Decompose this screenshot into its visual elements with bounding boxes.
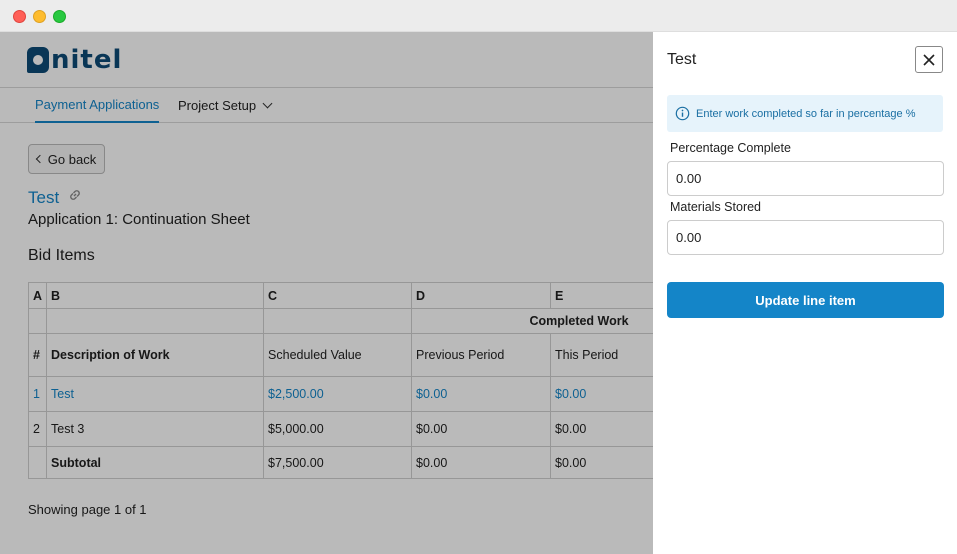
- update-line-item-button[interactable]: Update line item: [667, 282, 944, 318]
- edit-line-item-panel: Test Enter work completed so far in perc…: [653, 32, 957, 554]
- percentage-complete-label: Percentage Complete: [670, 141, 791, 155]
- materials-stored-input[interactable]: [667, 220, 944, 255]
- zoom-window-button[interactable]: [53, 10, 66, 23]
- info-icon: [675, 106, 690, 121]
- modal-backdrop[interactable]: [0, 32, 653, 554]
- percentage-complete-input[interactable]: [667, 161, 944, 196]
- close-window-button[interactable]: [13, 10, 26, 23]
- minimize-window-button[interactable]: [33, 10, 46, 23]
- panel-title: Test: [667, 51, 697, 68]
- info-text: Enter work completed so far in percentag…: [696, 107, 916, 120]
- info-callout: Enter work completed so far in percentag…: [667, 95, 943, 132]
- window-titlebar: [0, 0, 957, 32]
- materials-stored-label: Materials Stored: [670, 200, 762, 214]
- close-icon: [923, 53, 935, 66]
- close-panel-button[interactable]: [915, 46, 943, 73]
